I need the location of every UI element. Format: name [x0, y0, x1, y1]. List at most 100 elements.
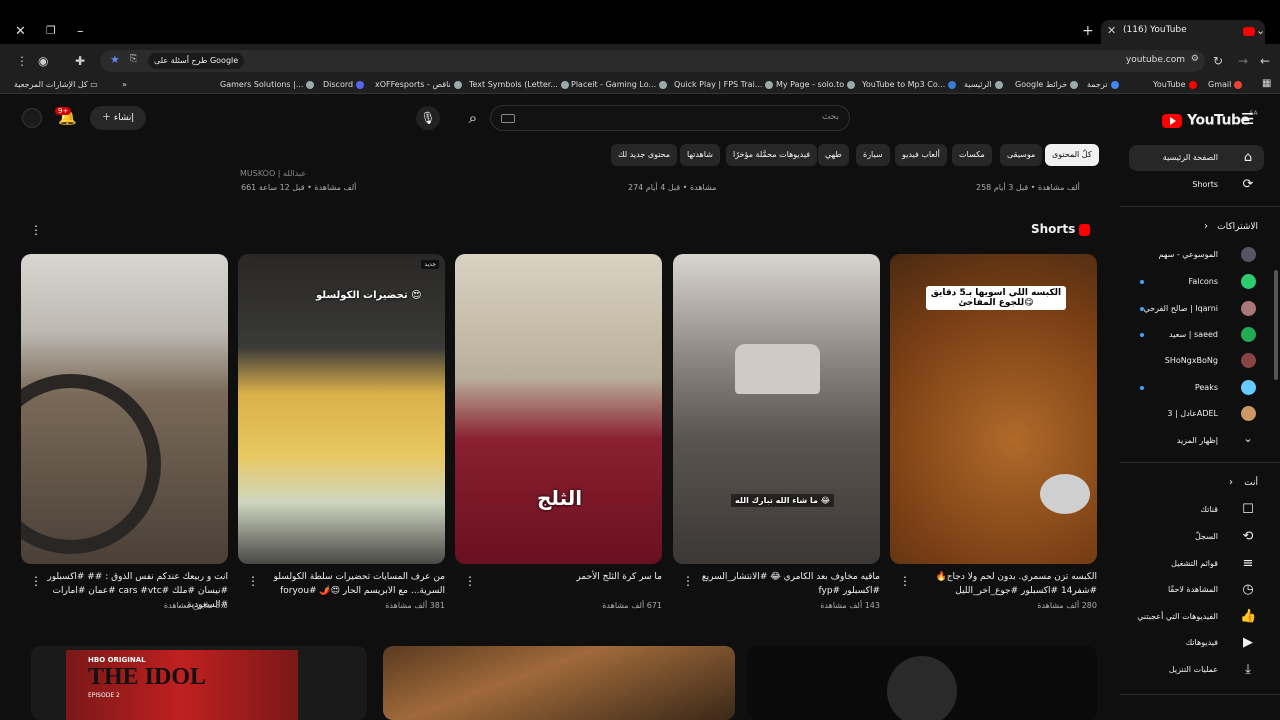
- bookmark-item[interactable]: ترجمة: [1087, 80, 1119, 89]
- chip-new-to-you[interactable]: محتوى جديد لك: [611, 144, 678, 166]
- sidebar-item-label[interactable]: فيديوهاتك: [1186, 638, 1218, 647]
- cast-icon[interactable]: ⎘: [130, 54, 137, 64]
- video-channel[interactable]: MUSKOO | عبدالله: [240, 169, 306, 178]
- bookmark-item[interactable]: My Page - solo.to: [776, 80, 856, 89]
- liked-videos-icon: 👍: [1240, 609, 1257, 624]
- chevron-right-icon: ›: [1229, 477, 1233, 488]
- short-menu-icon[interactable]: ⋮: [682, 574, 694, 588]
- bookmark-item[interactable]: Gamers Solutions |...: [220, 80, 315, 89]
- sidebar-channel-label[interactable]: Falcons: [1188, 277, 1218, 286]
- short-menu-icon[interactable]: ⋮: [30, 574, 42, 588]
- chip-music[interactable]: موسيقى: [1000, 144, 1043, 166]
- idol-poster: HBO ORIGINAL THE IDOL EPISODE 2: [66, 650, 298, 720]
- search-button[interactable]: ⌕: [456, 104, 490, 132]
- bookmark-item[interactable]: Google خرائط: [1015, 80, 1079, 89]
- sidebar-channel-label[interactable]: عادل | 3ADEL: [1167, 409, 1218, 418]
- video-thumbnail[interactable]: HBO ORIGINAL THE IDOL EPISODE 2: [31, 646, 367, 720]
- shorts-section-title: Shorts: [1031, 222, 1076, 236]
- short-thumbnail[interactable]: الكبسه اللي اسويها بـ5 دقايق للجوع المفا…: [890, 254, 1097, 564]
- short-title[interactable]: ماقيه مخاوف بعد الكامري 😂 #الانتشار_السر…: [690, 570, 880, 598]
- star-icon[interactable]: ★: [110, 53, 120, 66]
- url-text: youtube.com: [1125, 55, 1185, 65]
- short-menu-icon[interactable]: ⋮: [899, 574, 911, 588]
- browser-tab[interactable]: ✕ (116) YouTube: [1101, 20, 1265, 44]
- bookmark-favicon-icon: [994, 80, 1003, 89]
- voice-search-button[interactable]: 🎙: [416, 106, 440, 130]
- chip-cars[interactable]: سيارة: [856, 144, 890, 166]
- reload-icon[interactable]: ↻: [1213, 54, 1223, 68]
- chip-recently-uploaded[interactable]: فيديوهات محمَّلة مؤخرًا: [726, 144, 818, 166]
- bookmark-label: Google خرائط: [1015, 80, 1068, 89]
- video-thumbnail[interactable]: [747, 646, 1097, 720]
- back-icon[interactable]: ←: [1260, 54, 1270, 68]
- chip-all[interactable]: كلّ المحتوى: [1045, 144, 1099, 166]
- short-title[interactable]: ما سر كرة الثلج الأحمر: [472, 570, 662, 584]
- bookmark-item[interactable]: Text Symbols (Letter...: [469, 80, 569, 89]
- subscriptions-heading[interactable]: الاشتراكات: [1217, 222, 1258, 232]
- menu-icon[interactable]: ⋮: [16, 54, 28, 68]
- close-tab-icon[interactable]: ✕: [1107, 24, 1116, 37]
- sidebar-item-label[interactable]: قناتك: [1200, 505, 1218, 514]
- bookmark-item[interactable]: Gmail: [1208, 80, 1243, 89]
- close-window-icon[interactable]: ✕: [15, 24, 26, 39]
- you-heading[interactable]: أنت: [1244, 478, 1258, 488]
- sidebar-item-label[interactable]: السجلّ: [1195, 532, 1218, 541]
- short-title[interactable]: الكبسه تزن مسمري. بدون لحم ولا دجاج🔥 #شف…: [907, 570, 1098, 598]
- sidebar-channel-label[interactable]: Peaks: [1195, 383, 1218, 392]
- short-thumbnail[interactable]: تحضيرات الكولسلو 😍 جديد: [238, 254, 445, 564]
- youtube-logo[interactable]: YouTubeSA: [1162, 110, 1258, 129]
- shorts-section-menu-icon[interactable]: ⋮: [30, 223, 42, 237]
- maps-icon: [1070, 80, 1079, 89]
- bookmark-item[interactable]: Quick Play | FPS Trai...: [674, 80, 774, 89]
- new-tab-button[interactable]: +: [1082, 23, 1094, 39]
- tab-search-icon[interactable]: ⌄: [1256, 24, 1265, 37]
- create-button[interactable]: ＋ إنشاء: [90, 106, 146, 130]
- short-thumbnail[interactable]: ما شاء الله تبارك الله 😂: [673, 254, 880, 564]
- sidebar-channel-label[interactable]: سعيد | saeed: [1169, 330, 1218, 339]
- short-menu-icon[interactable]: ⋮: [464, 574, 476, 588]
- sidebar-item-label[interactable]: قوائم التشغيل: [1171, 559, 1218, 568]
- sidebar-channel-label[interactable]: صالح الفرحي | lqarni: [1143, 304, 1218, 313]
- chip-watched[interactable]: شاهدتها: [680, 144, 720, 166]
- keyboard-icon[interactable]: [501, 114, 515, 123]
- chip-gaming[interactable]: ألعاب فيديو: [895, 144, 947, 166]
- sidebar-channel-label[interactable]: الموسوعي - سهم: [1159, 250, 1218, 259]
- minimize-window-icon[interactable]: –: [77, 24, 84, 39]
- restore-window-icon[interactable]: ❐: [46, 24, 56, 37]
- show-more-link[interactable]: إظهار المزيد: [1177, 436, 1218, 445]
- avatar[interactable]: [22, 108, 42, 128]
- short-title[interactable]: من عرف المسايات تحضيرات سلطة الكولسلو ال…: [255, 570, 445, 598]
- sidebar-scrollbar[interactable]: [1274, 270, 1278, 380]
- video-thumbnail[interactable]: [383, 646, 735, 720]
- chip-mixes[interactable]: مكسات: [952, 144, 992, 166]
- google-lens-pill[interactable]: طرح أسئلة على Google: [148, 53, 245, 69]
- bookmark-item[interactable]: الرئيسية: [964, 80, 1003, 89]
- bookmark-favicon-icon: [306, 80, 315, 89]
- bookmark-item[interactable]: Discord: [323, 80, 365, 89]
- sidebar-item-label[interactable]: المشاهدة لاحقًا: [1168, 585, 1218, 594]
- profile-icon[interactable]: ◉: [38, 54, 48, 68]
- shorts-icon: [1079, 224, 1090, 236]
- short-thumbnail[interactable]: الثلج: [455, 254, 662, 564]
- bookmark-label: My Page - solo.to: [776, 80, 845, 89]
- chip-cooking[interactable]: طهي: [818, 144, 849, 166]
- all-bookmarks[interactable]: كل الإشارات المرجعية ▭: [14, 80, 98, 89]
- mic-icon: 🎙: [420, 111, 436, 125]
- site-settings-icon[interactable]: ⚙: [1191, 54, 1199, 64]
- bookmark-item[interactable]: YouTube: [1153, 80, 1197, 89]
- bookmarks-overflow-icon[interactable]: »: [122, 80, 127, 89]
- extensions-icon[interactable]: ✚: [75, 54, 85, 68]
- forward-icon[interactable]: →: [1238, 54, 1248, 68]
- sidebar-item-label[interactable]: عمليات التنزيل: [1169, 665, 1218, 674]
- apps-grid-icon[interactable]: ▦: [1262, 78, 1271, 89]
- short-overlay-text: تحضيرات الكولسلو 😍: [316, 290, 422, 301]
- short-thumbnail[interactable]: [21, 254, 228, 564]
- short-menu-icon[interactable]: ⋮: [247, 574, 259, 588]
- bookmark-item[interactable]: Placeit - Gaming Lo...: [571, 80, 668, 89]
- sidebar-item-label[interactable]: الفيديوهات التي أعجبتني: [1137, 612, 1218, 621]
- search-input[interactable]: بحث: [490, 105, 850, 131]
- sidebar-channel-label[interactable]: SHoNgxBoNg: [1165, 356, 1218, 365]
- bookmark-item[interactable]: xOFFesports - ناقص: [375, 80, 462, 89]
- bookmark-item[interactable]: YouTube to Mp3 Co...: [862, 80, 957, 89]
- address-bar[interactable]: ★ ⎘ طرح أسئلة على Google youtube.com ⚙: [100, 50, 1205, 72]
